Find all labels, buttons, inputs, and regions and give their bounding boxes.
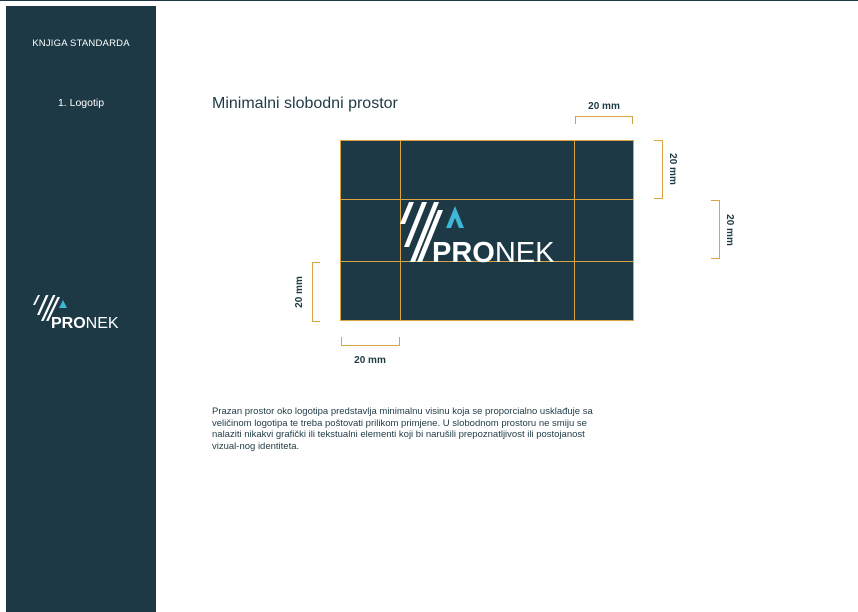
dimension-right-outer-label: 20 mm [724, 214, 735, 246]
diagram-logo-text: PRONEK [432, 237, 555, 269]
diagram-logo-text-bold: PRO [432, 237, 495, 269]
sidebar-logo-text-bold: PRO [51, 315, 86, 331]
dimension-top-label: 20 mm [588, 101, 620, 112]
dimension-left-label: 20 mm [294, 276, 305, 308]
sidebar-logo-text-light: NEK [86, 315, 119, 331]
top-border-line [0, 0, 858, 1]
dimension-right-outer: 20 mm [711, 200, 735, 259]
dimension-bottom-label: 20 mm [354, 355, 386, 366]
clear-space-description: Prazan prostor oko logotipa predstavlja … [212, 406, 593, 452]
dimension-left: 20 mm [294, 262, 320, 322]
dimension-right-upper-label: 20 mm [667, 153, 678, 185]
dimension-bottom: 20 mm [341, 337, 400, 366]
sidebar-logo-text: PRONEK [51, 315, 119, 331]
sidebar-pronek-logo: PRONEK [33, 295, 119, 331]
dimension-right-upper: 20 mm [654, 140, 678, 199]
sidebar: KNJIGA STANDARDA 1. Logotip PRONEK [6, 6, 156, 612]
dimension-top: 20 mm [575, 101, 633, 124]
logo-background-box [340, 140, 634, 321]
clear-space-diagram: PRONEK 20 mm 20 mm 20 mm 20 mm 20 mm [294, 101, 735, 366]
sidebar-item-logotip[interactable]: 1. Logotip [6, 97, 156, 109]
sidebar-title: KNJIGA STANDARDA [32, 38, 130, 49]
diagram-logo-text-light: NEK [495, 237, 555, 269]
